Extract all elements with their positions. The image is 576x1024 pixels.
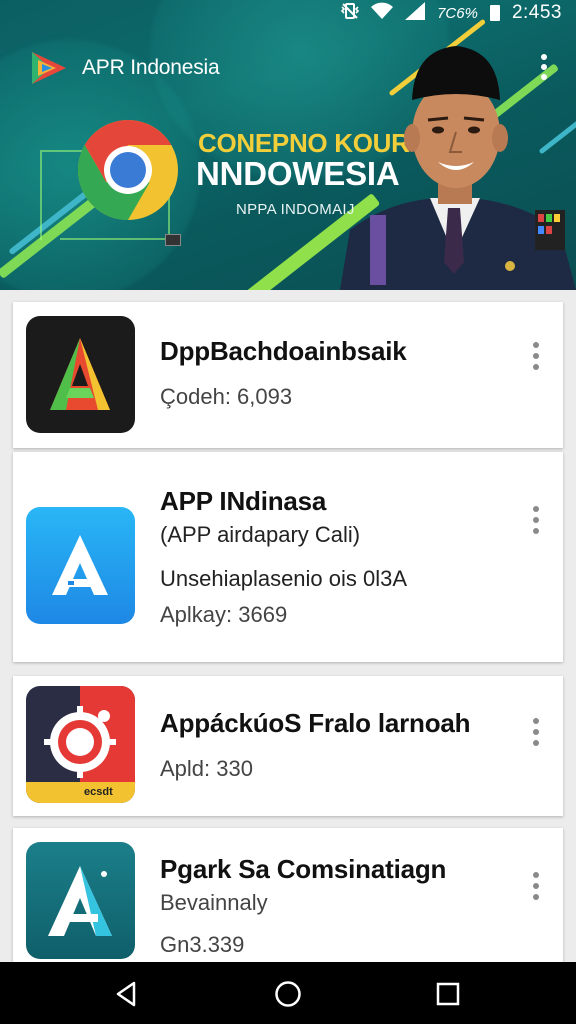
app-list-item[interactable]: ecsdt AppáckúoS Fralo larnoah Apld: 330 — [13, 676, 563, 816]
app-logo-icon — [32, 52, 66, 84]
app-detail: (APP airdapary Cali) — [160, 522, 361, 547]
app-title: APR Indonesia — [82, 56, 220, 79]
blue-a-icon — [26, 507, 135, 624]
teal-a-icon — [26, 842, 135, 959]
header-banner: 7C6% 2:453 APR Indonesia CONEPNO KOUR NN… — [0, 0, 576, 290]
status-bar: 7C6% 2:453 — [0, 0, 576, 26]
item-overflow-button[interactable] — [527, 868, 545, 904]
battery-icon — [489, 5, 500, 21]
app-title: APP INdinasa — [160, 486, 327, 516]
app-detail: Bevainnaly — [160, 890, 268, 915]
signal-icon — [405, 2, 426, 24]
app-detail: Aplkay: 3669 — [160, 602, 288, 627]
system-nav-bar — [0, 962, 576, 1024]
browser-logo-icon — [78, 120, 178, 220]
item-overflow-button[interactable] — [527, 338, 545, 374]
clock: 2:453 — [511, 2, 562, 23]
item-overflow-button[interactable] — [527, 502, 545, 538]
red-green-a-icon — [26, 316, 135, 433]
app-detail: Gn3.339 — [160, 932, 245, 957]
app-list-item[interactable]: APP INdinasa (APP airdapary Cali) Unsehi… — [13, 452, 563, 662]
app-list-item[interactable]: Pgark Sa Comsinatiagn Bevainnaly Gn3.339 — [13, 828, 563, 962]
app-detail: Çodeh: 6,093 — [160, 384, 293, 409]
circuit-chip — [165, 234, 181, 246]
person-portrait — [340, 46, 576, 290]
app-title: AppáckúoS Fralo larnoah — [160, 708, 471, 738]
app-detail: Apld: 330 — [160, 756, 253, 781]
vibrate-icon — [340, 2, 360, 24]
red-target-icon: ecsdt — [26, 686, 135, 803]
app-list-item[interactable]: DppBachdoainbsaik Çodeh: 6,093 — [13, 302, 563, 448]
back-icon[interactable] — [112, 979, 142, 1009]
home-icon[interactable] — [273, 979, 303, 1009]
icon-badge-text: ecsdt — [84, 786, 113, 798]
app-title: DppBachdoainbsaik — [160, 336, 407, 366]
recents-icon[interactable] — [433, 979, 463, 1009]
item-overflow-button[interactable] — [527, 714, 545, 750]
app-title: Pgark Sa Comsinatiagn — [160, 854, 447, 884]
battery-percent: 7C6% — [437, 4, 478, 22]
wifi-icon — [371, 2, 394, 24]
app-detail: Unsehiaplasenio ois 0l3A — [160, 566, 408, 591]
